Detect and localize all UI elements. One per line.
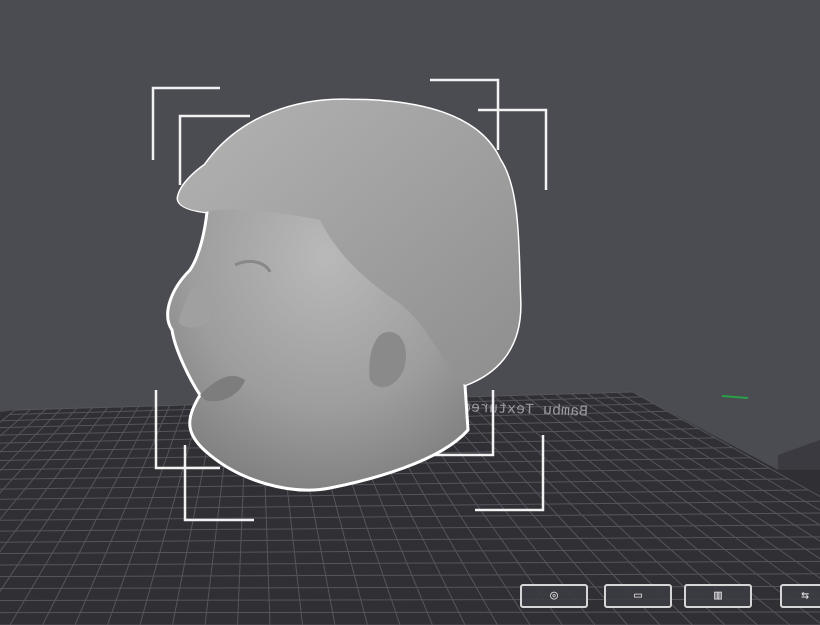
plate-tab	[778, 440, 820, 470]
stats-button[interactable]: ▥	[684, 584, 752, 608]
bottom-toolbar: ◎ ▭ ▥ ⇆	[518, 584, 820, 610]
more-icon: ⇆	[801, 588, 809, 603]
camera-icon: ◎	[550, 588, 558, 603]
y-axis-indicator	[721, 395, 749, 399]
head-model[interactable]	[166, 98, 522, 492]
more-button[interactable]: ⇆	[780, 584, 820, 608]
object-icon: ▭	[634, 588, 642, 603]
view-button[interactable]: ◎	[520, 584, 588, 608]
stats-icon: ▥	[714, 588, 722, 603]
3d-viewport[interactable]: Bambu Textured PEI Plate ◎ ▭ ▥ ⇆	[0, 0, 820, 625]
scene-canvas[interactable]: Bambu Textured PEI Plate	[0, 0, 820, 625]
layer-button[interactable]: ▭	[604, 584, 672, 608]
